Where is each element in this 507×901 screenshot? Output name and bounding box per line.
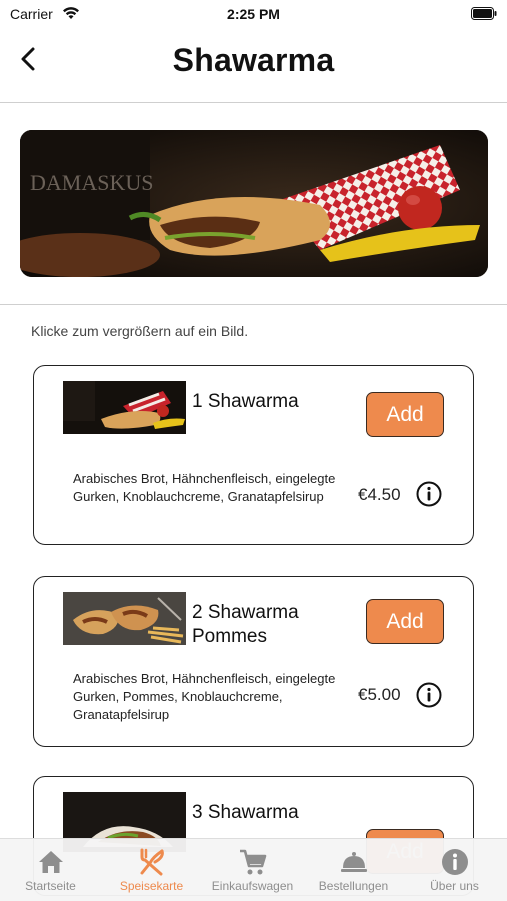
status-time: 2:25 PM bbox=[227, 6, 280, 22]
tab-label: Über uns bbox=[430, 879, 479, 893]
fork-knife-icon bbox=[140, 848, 164, 876]
cloche-icon bbox=[340, 852, 367, 872]
add-button[interactable]: Add bbox=[366, 599, 444, 644]
menu-item-price: €5.00 bbox=[358, 685, 401, 704]
menu-item-name: 3 Shawarma bbox=[192, 802, 299, 823]
tab-einkaufswagen[interactable]: Einkaufswagen bbox=[202, 843, 303, 899]
tab-bestellungen[interactable]: Bestellungen bbox=[303, 843, 404, 899]
info-icon[interactable] bbox=[416, 682, 442, 708]
menu-item-card: 1 Shawarma Add Arabisches Brot, Hähnchen… bbox=[33, 365, 474, 545]
cart-icon bbox=[239, 849, 266, 875]
home-icon bbox=[38, 851, 63, 873]
menu-item-thumbnail[interactable] bbox=[63, 381, 186, 434]
hero-logo-text: DAMASKUS bbox=[30, 170, 153, 195]
menu-item-name: 2 Shawarma Pommes bbox=[192, 602, 299, 647]
menu-item-description: Arabisches Brot, Hähnchenfleisch, eingel… bbox=[73, 471, 336, 504]
tab-label: Startseite bbox=[25, 879, 76, 893]
tab-bar: Startseite Speisekarte Einkaufswagen Bes… bbox=[0, 838, 507, 901]
menu-item-name: 1 Shawarma bbox=[192, 391, 299, 412]
tab-speisekarte[interactable]: Speisekarte bbox=[101, 843, 202, 899]
page-title: Shawarma bbox=[172, 42, 335, 78]
hero-image[interactable]: DAMASKUS bbox=[20, 130, 488, 277]
header-divider bbox=[0, 102, 507, 103]
menu-item-price: €4.50 bbox=[358, 485, 401, 504]
zoom-hint: Klicke zum vergrößern auf ein Bild. bbox=[31, 323, 249, 339]
info-icon[interactable] bbox=[416, 481, 442, 507]
menu-item-thumbnail[interactable] bbox=[63, 592, 186, 645]
add-button[interactable]: Add bbox=[366, 392, 444, 437]
tab-label: Bestellungen bbox=[318, 879, 389, 893]
battery-icon bbox=[471, 7, 497, 20]
tab-label: Einkaufswagen bbox=[211, 879, 294, 893]
shawarma-photo: DAMASKUS bbox=[20, 130, 488, 277]
tab-ueber-uns[interactable]: Über uns bbox=[404, 843, 505, 899]
tab-label: Speisekarte bbox=[119, 879, 184, 893]
hero-divider bbox=[0, 304, 507, 305]
nav-bar: Shawarma bbox=[0, 30, 507, 102]
tab-startseite[interactable]: Startseite bbox=[0, 843, 101, 899]
menu-item-card: 2 Shawarma Pommes Add Arabisches Brot, H… bbox=[33, 576, 474, 747]
menu-item-description: Arabisches Brot, Hähnchenfleisch, eingel… bbox=[73, 671, 336, 722]
status-bar: Carrier 2:25 PM bbox=[0, 0, 507, 30]
info-icon bbox=[441, 849, 468, 875]
